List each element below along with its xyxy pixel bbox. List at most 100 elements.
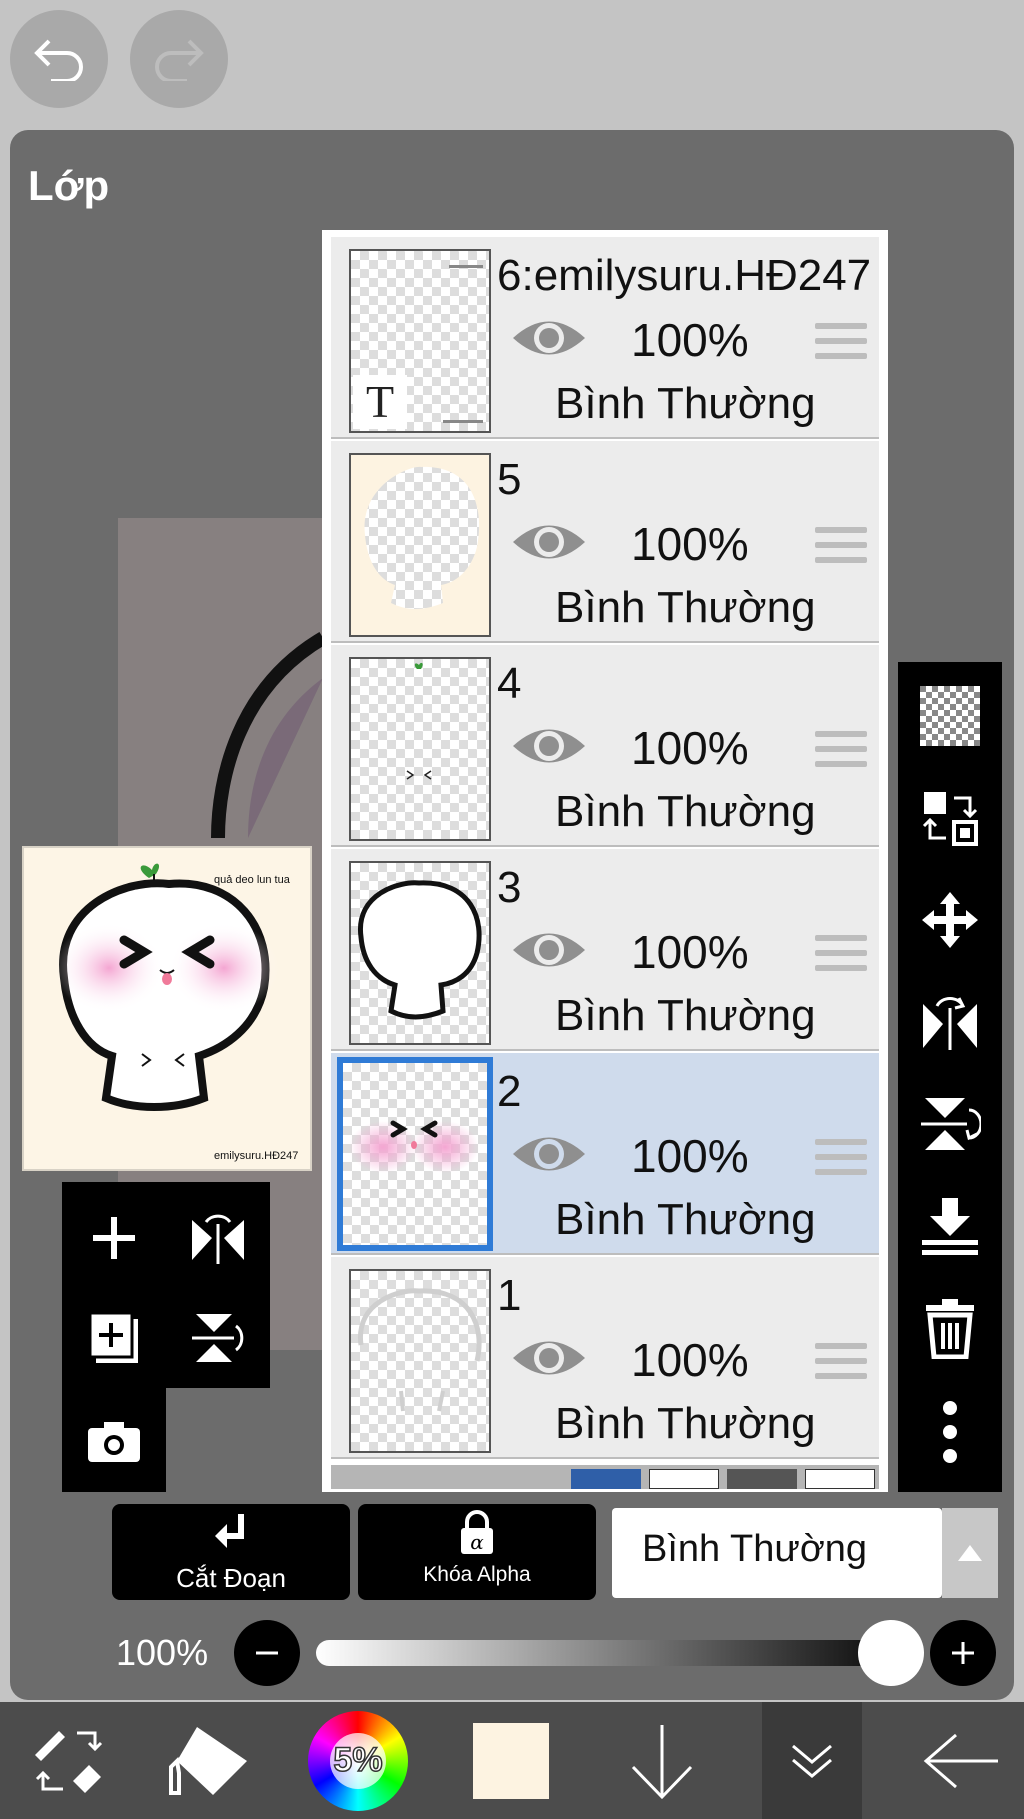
swap-layer-button[interactable] xyxy=(898,778,1002,858)
transparent-button[interactable] xyxy=(898,676,1002,756)
eye-icon[interactable] xyxy=(511,519,587,565)
redo-icon xyxy=(155,39,204,81)
merge-down-button[interactable] xyxy=(898,1186,1002,1266)
camera-icon xyxy=(88,1422,140,1462)
trash-icon xyxy=(926,1299,974,1359)
eraser-shape-icon xyxy=(169,1726,247,1795)
layer-blend-mode: Bình Thường xyxy=(555,1195,816,1244)
drag-handle-icon[interactable] xyxy=(815,1343,867,1388)
eye-icon[interactable] xyxy=(511,315,587,361)
drag-handle-icon[interactable] xyxy=(815,323,867,368)
layer-thumbnail[interactable] xyxy=(349,453,491,637)
layer-list[interactable]: T 6:emilysuru.HĐ247 100% Bình Thường 5 1… xyxy=(322,230,888,1492)
layer-opacity: 100% xyxy=(631,1130,749,1182)
duplicate-layer-button[interactable] xyxy=(72,1296,156,1380)
eye-icon[interactable] xyxy=(511,927,587,973)
preview-caption-bottom: emilysuru.HĐ247 xyxy=(214,1150,299,1162)
camera-button[interactable] xyxy=(72,1400,156,1484)
clip-arrow-icon xyxy=(215,1514,244,1548)
layer-thumbnail[interactable] xyxy=(349,657,491,841)
move-button[interactable] xyxy=(898,880,1002,960)
canvas-preview[interactable]: quả deo lun tua emilysuru.HĐ247 xyxy=(22,846,312,1171)
color-swatch xyxy=(473,1722,549,1799)
brush-eraser-icon xyxy=(35,1730,103,1793)
layer-blend-mode: Bình Thường xyxy=(555,379,816,428)
delete-layer-button[interactable] xyxy=(898,1288,1002,1368)
drag-handle-icon[interactable] xyxy=(815,527,867,572)
merge-down-icon xyxy=(922,1198,978,1255)
layers-button[interactable] xyxy=(762,1702,862,1819)
opacity-slider-handle[interactable] xyxy=(858,1620,924,1686)
back-button[interactable] xyxy=(912,1702,1012,1819)
checkerboard-icon xyxy=(920,686,980,746)
layer-row-2[interactable]: 2 100% Bình Thường xyxy=(331,1053,879,1255)
layer-name: 4 xyxy=(497,659,522,708)
flip-horizontal-button[interactable] xyxy=(176,1196,260,1280)
flip-horizontal-button-right[interactable] xyxy=(898,982,1002,1062)
flip-vertical-icon xyxy=(921,1098,981,1150)
minus-icon xyxy=(256,1651,278,1655)
clip-button[interactable]: Cắt Đoạn xyxy=(112,1504,350,1600)
opacity-increase-button[interactable] xyxy=(930,1620,996,1686)
flip-horizontal-icon xyxy=(923,997,977,1050)
tool-swap-button[interactable] xyxy=(14,1702,124,1819)
layer-name: 6:emilysuru.HĐ247 xyxy=(497,251,872,300)
material-button[interactable] xyxy=(160,1702,260,1819)
layer-row-6[interactable]: T 6:emilysuru.HĐ247 100% Bình Thường xyxy=(331,237,879,439)
current-color-button[interactable] xyxy=(468,1702,554,1819)
add-layer-button[interactable] xyxy=(72,1196,156,1280)
drag-handle-icon[interactable] xyxy=(815,731,867,776)
flip-vertical-button[interactable] xyxy=(176,1296,260,1380)
eye-icon[interactable] xyxy=(511,1335,587,1381)
right-toolbar xyxy=(898,662,1002,1492)
drag-handle-icon[interactable] xyxy=(815,1139,867,1184)
layer-opacity: 100% xyxy=(631,926,749,978)
layer-row-1[interactable]: 1 100% Bình Thường xyxy=(331,1257,879,1459)
blend-mode-dropdown-button[interactable] xyxy=(942,1508,998,1598)
svg-text:α: α xyxy=(470,1530,484,1554)
triangle-up-icon xyxy=(958,1545,982,1561)
layer-down-button[interactable] xyxy=(614,1702,710,1819)
eye-icon[interactable] xyxy=(511,723,587,769)
arrow-down-icon xyxy=(631,1724,693,1799)
plus-icon xyxy=(93,1217,135,1259)
layer-blend-mode: Bình Thường xyxy=(555,583,816,632)
flip-vertical-button-right[interactable] xyxy=(898,1084,1002,1164)
bottom-toolbar: 5% xyxy=(0,1702,1024,1819)
layer-thumbnail-selected[interactable] xyxy=(337,1057,493,1251)
layer-row-3[interactable]: 3 100% Bình Thường xyxy=(331,849,879,1051)
layer-name: 5 xyxy=(497,455,522,504)
layer-row-4[interactable]: 4 100% Bình Thường xyxy=(331,645,879,847)
swap-layer-icon xyxy=(922,792,978,846)
layer-blend-mode: Bình Thường xyxy=(555,787,816,836)
move-icon xyxy=(922,892,978,948)
layer-name: 2 xyxy=(497,1067,522,1116)
lock-icon: α xyxy=(461,1510,493,1554)
color-wheel-button[interactable]: 5% xyxy=(306,1702,410,1819)
text-layer-badge: T xyxy=(353,375,407,429)
clip-label: Cắt Đoạn xyxy=(176,1563,286,1593)
layer-name: 1 xyxy=(497,1271,522,1320)
layer-opacity: 100% xyxy=(631,1334,749,1386)
eye-icon[interactable] xyxy=(511,1131,587,1177)
more-button[interactable] xyxy=(898,1392,1002,1472)
layer-thumbnail[interactable]: T xyxy=(349,249,491,433)
redo-button[interactable] xyxy=(130,10,228,108)
double-chevron-down-icon xyxy=(792,1744,832,1778)
opacity-decrease-button[interactable] xyxy=(234,1620,300,1686)
blend-mode-select[interactable]: Bình Thường xyxy=(612,1508,942,1598)
layer-row-5[interactable]: 5 100% Bình Thường xyxy=(331,441,879,643)
panel-title: Lớp xyxy=(28,162,110,209)
undo-button[interactable] xyxy=(10,10,108,108)
layer-thumbnail[interactable] xyxy=(349,1269,491,1453)
opacity-label: 100% xyxy=(116,1632,209,1673)
brush-size-label: 5% xyxy=(330,1732,386,1789)
alpha-lock-label: Khóa Alpha xyxy=(423,1563,531,1586)
alpha-lock-button[interactable]: α Khóa Alpha xyxy=(358,1504,596,1600)
opacity-slider-track[interactable] xyxy=(316,1640,916,1666)
arrow-left-icon xyxy=(923,1733,998,1788)
preview-caption-top: quả deo lun tua xyxy=(214,874,290,886)
drag-handle-icon[interactable] xyxy=(815,935,867,980)
layer-thumbnail[interactable] xyxy=(349,861,491,1045)
layer-opacity: 100% xyxy=(631,314,749,366)
